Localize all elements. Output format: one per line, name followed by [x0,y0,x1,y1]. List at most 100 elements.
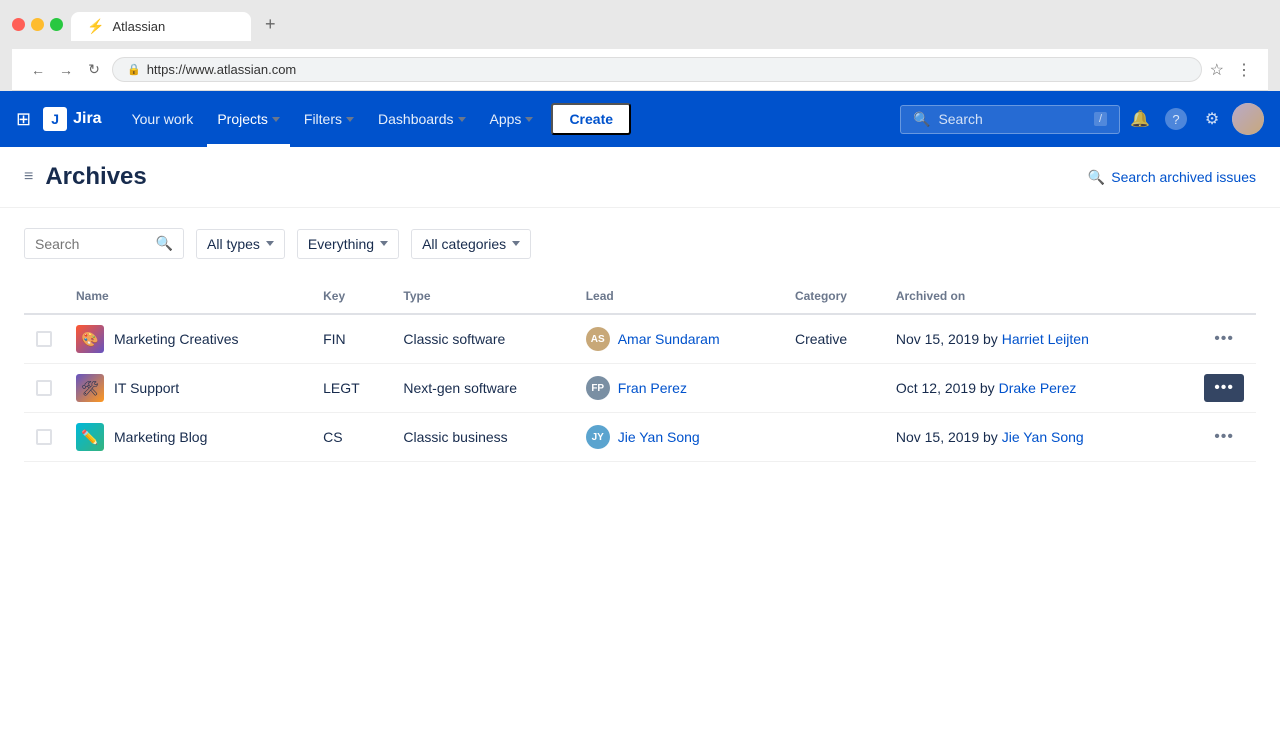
nav-buttons: ← → ↻ [28,60,104,80]
search-input[interactable] [35,236,150,252]
project-key-cell: LEGT [311,364,391,413]
page-title: Archives [45,163,146,191]
address-bar[interactable]: 🔒 https://www.atlassian.com [112,57,1202,82]
lead-avatar: JY [586,425,610,449]
lead-avatar: FP [586,376,610,400]
project-name-cell: 🛠 IT Support [64,364,311,413]
project-category-cell: Creative [783,314,884,364]
bookmark-icon[interactable]: ☆ [1210,60,1224,80]
row-checkbox[interactable] [36,429,52,445]
active-tab[interactable]: ⚡ Atlassian [71,12,251,41]
table-header-row: Name Key Type Lead Category Archived on [24,279,1256,314]
lead-name-link[interactable]: Amar Sundaram [618,331,720,347]
settings-button[interactable]: ⚙ [1196,103,1228,135]
project-category-cell [783,364,884,413]
more-options-button[interactable]: ••• [1204,325,1244,353]
browser-tabs: ⚡ Atlassian + [71,8,288,41]
search-placeholder: Search [938,111,982,127]
row-checkbox[interactable] [36,331,52,347]
search-archived-label: Search archived issues [1111,169,1256,185]
category-filter-dropdown[interactable]: All categories [411,229,531,259]
search-archived-icon: 🔍 [1088,169,1105,186]
create-button[interactable]: Create [551,103,631,135]
url-text: https://www.atlassian.com [147,62,297,77]
search-slash: / [1094,112,1107,126]
archived-by-link[interactable]: Harriet Leijten [1002,331,1089,347]
page-wrapper: ≡ Archives 🔍 Search archived issues 🔍 Al… [0,147,1280,737]
jira-logo-icon: J [43,107,67,131]
actions-col-header [1171,279,1256,314]
minimize-button[interactable] [31,18,44,31]
nav-apps[interactable]: Apps [480,91,544,147]
nav-apps-label: Apps [490,111,522,127]
nav-filters-label: Filters [304,111,342,127]
bell-icon: 🔔 [1130,109,1150,129]
sidebar-toggle-icon[interactable]: ≡ [24,168,33,186]
row-actions-cell: ••• [1171,413,1256,462]
checkbox-col-header [24,279,64,314]
menu-icon[interactable]: ⋮ [1236,60,1252,80]
more-options-button[interactable]: ••• [1204,423,1244,451]
nav-dashboards[interactable]: Dashboards [368,91,476,147]
maximize-button[interactable] [50,18,63,31]
row-checkbox-cell [24,364,64,413]
project-icon: 🎨 [76,325,104,353]
nav-your-work-label: Your work [132,111,194,127]
category-filter-label: All categories [422,236,506,252]
grid-icon[interactable]: ⊞ [16,109,31,130]
table-row: 🛠 IT Support LEGT Next-gen software FP F… [24,364,1256,413]
avatar-image [1232,103,1264,135]
close-button[interactable] [12,18,25,31]
new-tab-button[interactable]: + [253,8,288,41]
nav-filters[interactable]: Filters [294,91,364,147]
search-icon: 🔍 [913,111,930,128]
table-wrapper: Name Key Type Lead Category Archived on … [0,279,1280,462]
filters-row: 🔍 All types Everything All categories [0,208,1280,279]
project-key-cell: FIN [311,314,391,364]
forward-button[interactable]: → [56,60,76,80]
back-button[interactable]: ← [28,60,48,80]
archived-by-link[interactable]: Drake Perez [999,380,1077,396]
tab-title: Atlassian [112,19,165,34]
lead-name-link[interactable]: Jie Yan Song [618,429,700,445]
name-col-header: Name [64,279,311,314]
project-archived-cell: Nov 15, 2019 by Jie Yan Song [884,413,1172,462]
project-name-cell: 🎨 Marketing Creatives [64,314,311,364]
table-row: 🎨 Marketing Creatives FIN Classic softwa… [24,314,1256,364]
refresh-button[interactable]: ↻ [84,60,104,80]
nav-dashboards-label: Dashboards [378,111,454,127]
project-archived-cell: Nov 15, 2019 by Harriet Leijten [884,314,1172,364]
type-filter-chevron-icon [266,241,274,246]
everything-filter-chevron-icon [380,241,388,246]
jira-logo[interactable]: J Jira [43,107,101,131]
page-header: ≡ Archives 🔍 Search archived issues [0,147,1280,208]
archives-table: Name Key Type Lead Category Archived on … [24,279,1256,462]
settings-icon: ⚙ [1205,109,1219,129]
nav-your-work[interactable]: Your work [122,91,204,147]
filters-chevron-icon [346,117,354,122]
lead-avatar: AS [586,327,610,351]
type-filter-dropdown[interactable]: All types [196,229,285,259]
dashboards-chevron-icon [458,117,466,122]
everything-filter-dropdown[interactable]: Everything [297,229,399,259]
project-name: IT Support [114,380,179,396]
row-checkbox-cell [24,413,64,462]
row-checkbox-cell [24,314,64,364]
row-checkbox[interactable] [36,380,52,396]
project-icon: ✏️ [76,423,104,451]
help-icon: ? [1165,108,1187,130]
nav-projects-label: Projects [217,111,268,127]
archived-by-link[interactable]: Jie Yan Song [1002,429,1084,445]
lead-name-link[interactable]: Fran Perez [618,380,687,396]
notifications-button[interactable]: 🔔 [1124,103,1156,135]
archived-col-header: Archived on [884,279,1172,314]
nav-projects[interactable]: Projects [207,91,290,147]
lock-icon: 🔒 [127,63,141,76]
filter-search-box[interactable]: 🔍 [24,228,184,259]
project-category-cell [783,413,884,462]
help-button[interactable]: ? [1160,103,1192,135]
search-archived-button[interactable]: 🔍 Search archived issues [1088,169,1256,186]
more-options-button-active[interactable]: ••• [1204,374,1244,402]
user-avatar[interactable] [1232,103,1264,135]
nav-search-box[interactable]: 🔍 Search / [900,105,1120,134]
